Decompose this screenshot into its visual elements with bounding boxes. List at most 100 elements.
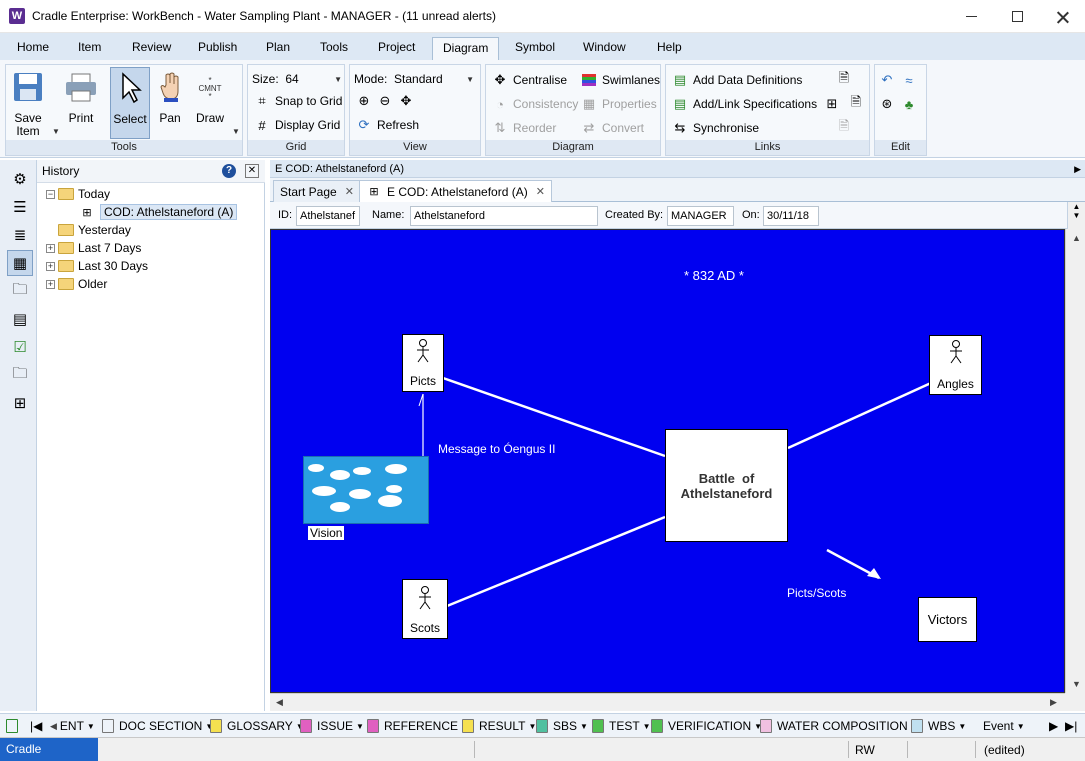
toolbar-ent[interactable]: ◀ ENT ▼ — [50, 718, 95, 734]
maximize-button[interactable] — [994, 0, 1040, 33]
draw-tool-button[interactable]: * CMNT * Draw ▼ — [190, 67, 240, 139]
add-data-definitions-button[interactable]: ▤ Add Data Definitions — [672, 70, 803, 90]
scroll-left-icon[interactable]: ◀ — [276, 697, 283, 708]
tree-node-yesterday[interactable]: Yesterday — [58, 221, 131, 239]
find-button[interactable]: ⊛ — [879, 94, 900, 114]
snap-to-grid-button[interactable]: ⌗ Snap to Grid — [254, 91, 342, 111]
chevron-right-icon[interactable]: ▶ — [1074, 160, 1081, 178]
properties-button[interactable]: ▦ Properties — [581, 94, 657, 114]
actor-scots[interactable]: Scots — [402, 579, 448, 639]
select-tool-button[interactable]: Select — [110, 67, 150, 139]
undo-button[interactable]: ↶ — [879, 70, 900, 90]
tab-tools[interactable]: Tools — [310, 37, 358, 60]
print-button[interactable]: Print — [60, 67, 102, 139]
tab-diagram[interactable]: Diagram — [432, 37, 500, 60]
victors-node[interactable]: Victors — [918, 597, 977, 642]
consistency-button[interactable]: ◔ Consistency — [492, 94, 578, 114]
folder-search-icon[interactable]: 🗀 — [9, 280, 31, 302]
tab-publish[interactable]: Publish — [188, 37, 247, 60]
gantt-icon[interactable]: ▤ — [9, 308, 31, 330]
tab-help[interactable]: Help — [647, 37, 692, 60]
toolbar-sbs[interactable]: SBS ▼ — [536, 718, 588, 734]
toolbar-test[interactable]: TEST ▼ — [592, 718, 651, 734]
save-item-button[interactable]: Save Item ▼ — [8, 67, 60, 139]
size-dropdown-icon[interactable]: ▼ — [334, 75, 342, 84]
tab-plan[interactable]: Plan — [256, 37, 300, 60]
toolbar-glossary[interactable]: GLOSSARY▼ — [210, 718, 304, 734]
close-tab-icon[interactable]: ✕ — [345, 182, 354, 202]
tab-symbol[interactable]: Symbol — [505, 37, 565, 60]
toolbar-menu-icon[interactable] — [6, 718, 23, 734]
reorder-button[interactable]: ⇅ Reorder — [492, 118, 557, 138]
add-link-specifications-button[interactable]: ▤ Add/Link Specifications — [672, 94, 817, 114]
toolbar-verification[interactable]: VERIFICATION ▼ — [651, 718, 762, 734]
vision-image[interactable] — [303, 456, 429, 524]
toolbar-wbs[interactable]: WBS ▼ — [911, 718, 966, 734]
help-icon[interactable]: ? — [222, 164, 236, 178]
export-link-button[interactable]: 🗎 — [848, 94, 869, 114]
network-link-button[interactable]: ⊞ — [824, 94, 845, 114]
properties-scroll[interactable]: ▲ ▼ — [1067, 202, 1085, 229]
diagram-canvas[interactable]: * 832 AD * Picts Angles Scots Battle of … — [270, 229, 1065, 693]
swimlanes-button[interactable]: Swimlanes — [581, 70, 660, 90]
tree-node-older[interactable]: + Older — [46, 275, 107, 293]
zoom-in-icon[interactable]: ⊕ — [356, 93, 372, 109]
close-panel-button[interactable]: ✕ — [245, 164, 259, 178]
list-icon[interactable]: ☰ — [9, 196, 31, 218]
synchronise-button[interactable]: ⇆ Synchronise — [672, 118, 760, 138]
tab-project[interactable]: Project — [368, 37, 425, 60]
calendar-icon[interactable]: ▦ — [7, 250, 33, 276]
pan-tool-button[interactable]: Pan — [150, 67, 190, 139]
tab-item[interactable]: Item — [68, 37, 111, 60]
toolbar-reference[interactable]: REFERENCE▼ — [367, 718, 469, 734]
scroll-right-icon[interactable]: ▶ — [1050, 697, 1057, 708]
tab-cod-athelstaneford[interactable]: ⊞ E COD: Athelstaneford (A) ✕ — [359, 180, 552, 203]
tree-node-last-30-days[interactable]: + Last 30 Days — [46, 257, 148, 275]
toolbar-doc-section[interactable]: DOC SECTION▼ — [102, 718, 213, 734]
display-grid-button[interactable]: # Display Grid — [254, 115, 340, 135]
tab-review[interactable]: Review — [122, 37, 181, 60]
toolbar-water-composition[interactable]: WATER COMPOSITION▼ — [760, 718, 919, 734]
scroll-down-icon[interactable]: ▼ — [1072, 679, 1081, 689]
id-field[interactable]: Athelstanef — [296, 206, 360, 226]
checklist-icon[interactable]: ☑ — [9, 336, 31, 358]
toolbar-event[interactable]: Event ▼ — [972, 718, 1025, 734]
document-link-button[interactable]: 🗎 — [836, 70, 857, 90]
document-disabled-button[interactable]: 🗎 — [836, 118, 857, 138]
horizontal-scrollbar[interactable]: ◀ ▶ — [270, 693, 1065, 711]
close-tab-icon[interactable]: ✕ — [536, 182, 545, 202]
zoom-out-icon[interactable]: ⊖ — [377, 93, 393, 109]
folder-icon[interactable]: 🗀 — [9, 364, 31, 386]
mode-dropdown-icon[interactable]: ▼ — [466, 75, 474, 84]
close-window-button[interactable] — [1040, 0, 1085, 33]
wave-button[interactable]: ≈ — [901, 70, 922, 90]
actor-angles[interactable]: Angles — [929, 335, 982, 395]
collapse-icon[interactable]: − — [46, 189, 55, 199]
settings-icon[interactable]: ⚙ — [9, 168, 31, 190]
first-page-icon[interactable]: |◀ — [30, 718, 42, 734]
tree-node-last-7-days[interactable]: + Last 7 Days — [46, 239, 141, 257]
mode-select[interactable]: Mode: Standard ▼ — [354, 69, 478, 89]
minimize-button[interactable] — [948, 0, 994, 33]
tab-start-page[interactable]: Start Page ✕ — [273, 180, 361, 202]
database-icon[interactable]: ≣ — [9, 224, 31, 246]
next-icon[interactable]: ▶ — [1049, 718, 1058, 734]
battle-node[interactable]: Battle of Athelstaneford — [665, 429, 788, 542]
move-icon[interactable]: ✥ — [398, 93, 414, 109]
save-dropdown-icon[interactable]: ▼ — [52, 127, 60, 136]
tree-node-today[interactable]: − Today — [46, 185, 110, 203]
name-field[interactable]: Athelstaneford — [410, 206, 598, 226]
actor-picts[interactable]: Picts — [402, 334, 444, 392]
vertical-scrollbar[interactable]: ▲ ▼ — [1065, 229, 1085, 693]
expand-icon[interactable]: + — [46, 261, 55, 271]
size-select[interactable]: Size: 64 ▼ — [252, 69, 342, 89]
refresh-button[interactable]: ⟳ Refresh — [356, 115, 419, 135]
tab-window[interactable]: Window — [573, 37, 636, 60]
last-page-icon[interactable]: ▶| — [1065, 718, 1077, 734]
network-tree-icon[interactable]: ⊞ — [9, 392, 31, 414]
centralise-button[interactable]: ✥ Centralise — [492, 70, 567, 90]
draw-dropdown-icon[interactable]: ▼ — [232, 127, 240, 136]
expand-icon[interactable]: + — [46, 279, 55, 289]
tab-home[interactable]: Home — [7, 37, 59, 60]
scroll-up-icon[interactable]: ▲ — [1072, 233, 1081, 243]
